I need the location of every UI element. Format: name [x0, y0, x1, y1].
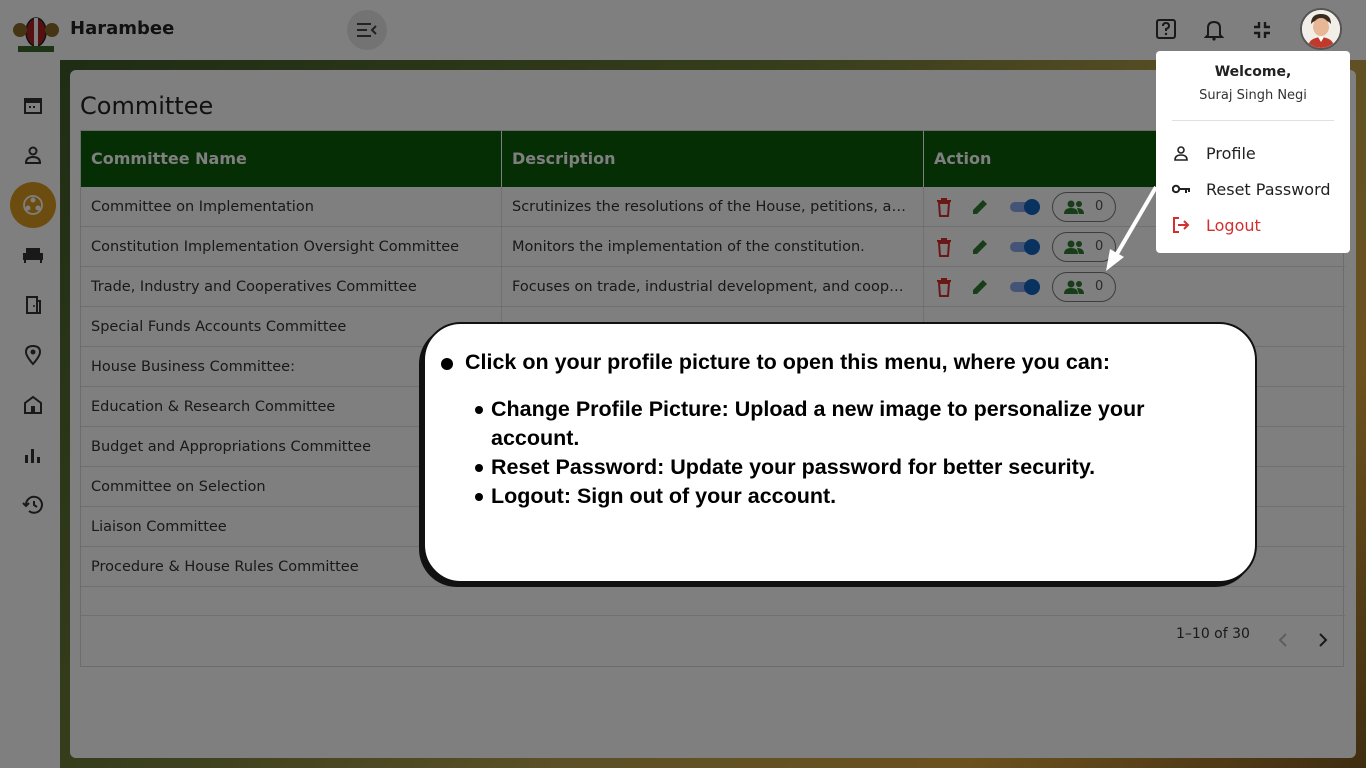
logout-icon [1156, 216, 1206, 234]
profile-menu: Welcome, Suraj Singh Negi Profile Reset … [1156, 51, 1350, 253]
avatar-image [1302, 10, 1340, 48]
profile-avatar-button[interactable] [1300, 8, 1342, 50]
user-name: Suraj Singh Negi [1199, 88, 1307, 103]
callout-bullets: Change Profile Picture: Upload a new ima… [475, 395, 1235, 511]
pointer-arrow [1106, 185, 1158, 271]
logout-menu-item[interactable]: Logout [1156, 207, 1350, 243]
callout-main-text: Click on your profile picture to open th… [465, 350, 1111, 374]
profile-menu-item[interactable]: Profile [1156, 135, 1350, 171]
bullet-dot [441, 358, 453, 370]
callout-bullet: Change Profile Picture: Upload a new ima… [475, 395, 1235, 453]
key-icon [1156, 183, 1206, 195]
callout-bullet: Reset Password: Update your password for… [475, 453, 1235, 482]
callout-main-point: Click on your profile picture to open th… [441, 350, 1235, 375]
callout-bullet: Logout: Sign out of your account. [475, 482, 1235, 511]
reset-password-menu-item[interactable]: Reset Password [1156, 171, 1350, 207]
profile-label: Profile [1206, 143, 1256, 163]
menu-divider [1172, 120, 1334, 121]
reset-password-label: Reset Password [1206, 179, 1331, 199]
tutorial-callout: Click on your profile picture to open th… [423, 322, 1257, 583]
welcome-text: Welcome, [1214, 64, 1292, 80]
logout-label: Logout [1206, 215, 1261, 235]
person-icon [1156, 145, 1206, 161]
